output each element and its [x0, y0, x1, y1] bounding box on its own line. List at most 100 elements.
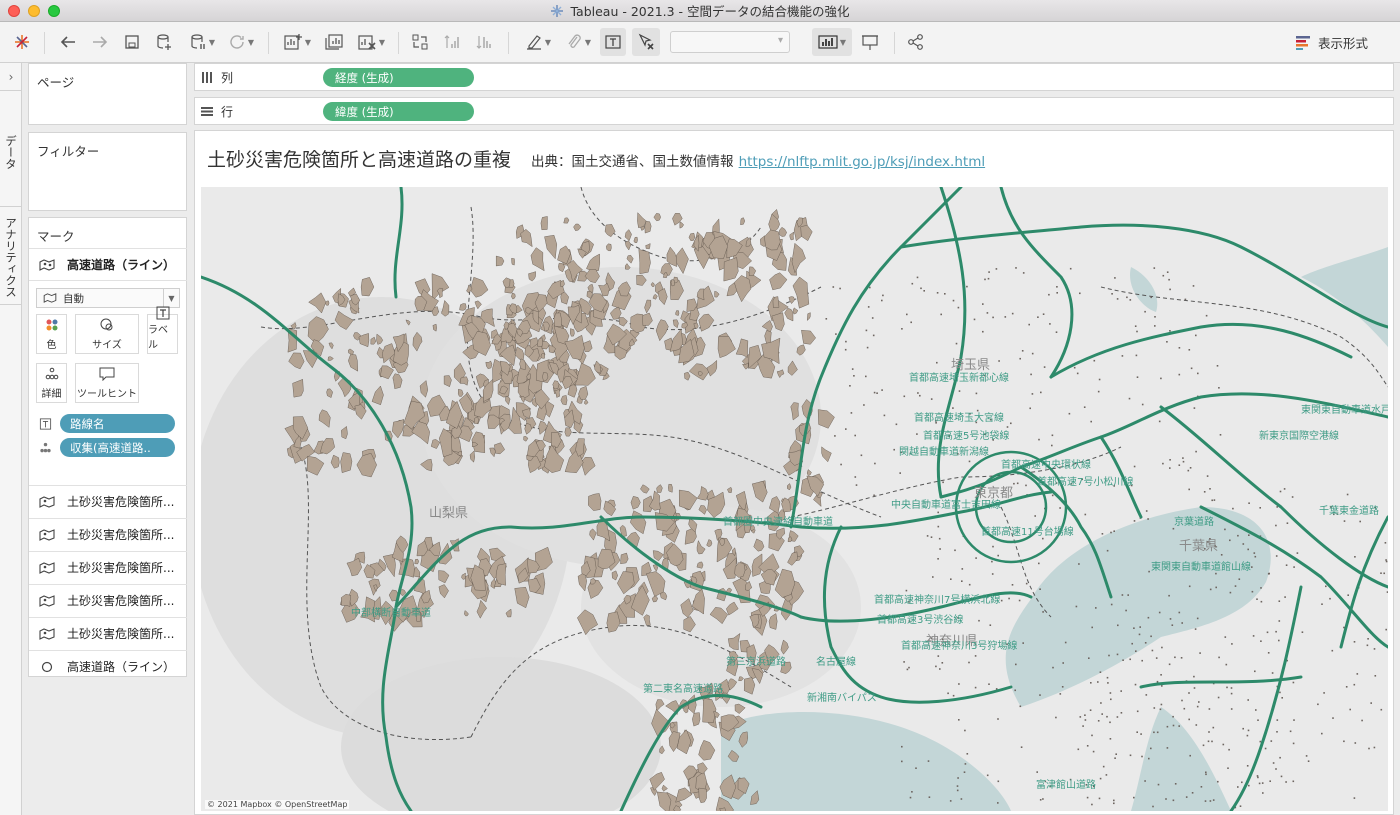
columns-icon [202, 72, 212, 83]
size-button[interactable]: サイズ [75, 314, 139, 354]
marks-title: マーク [37, 229, 75, 244]
road-label: 第三京浜道路 [726, 655, 786, 668]
layer-row[interactable]: 土砂災害危険箇所... [29, 617, 187, 649]
window-controls [8, 5, 60, 17]
source-link[interactable]: https://nlftp.mlit.go.jp/ksj/index.html [739, 154, 985, 170]
layer-label: 土砂災害危険箇所... [67, 495, 175, 509]
route-name-pill[interactable]: 路線名 [60, 414, 175, 433]
show-labels-icon[interactable] [600, 28, 626, 56]
pref-label: 千葉県 [1179, 539, 1218, 554]
new-worksheet-icon[interactable]: ▼ [278, 28, 316, 56]
sagami-bay [721, 712, 1011, 811]
tab-analytics[interactable]: アナリティクス [0, 211, 22, 305]
group-icon[interactable]: ▼ [560, 28, 596, 56]
road-label: 首都圏中央連絡自動車道 [723, 515, 833, 528]
save-icon[interactable] [121, 28, 143, 56]
road-label: 東関東自動車道水戸線 [1301, 403, 1388, 416]
minimize-window-button[interactable] [28, 5, 40, 17]
size-label: サイズ [92, 340, 122, 351]
road-label: 東関東自動車道館山線 [1151, 560, 1251, 573]
layer-row[interactable]: 高速道路（ライン） [29, 650, 187, 682]
filters-panel[interactable]: フィルター [28, 132, 187, 211]
show-me-button[interactable]: 表示形式 [1296, 33, 1368, 52]
toolbar-separator [398, 32, 399, 54]
toolbar-separator [44, 32, 45, 54]
layer-row[interactable]: 土砂災害危険箇所... [29, 584, 187, 616]
map-attribution: © 2021 Mapbox © OpenStreetMap [205, 800, 350, 809]
map-layer-icon [39, 594, 55, 607]
road-label: 京葉道路 [1174, 515, 1214, 528]
latitude-pill[interactable]: 緯度 (生成) [323, 102, 474, 121]
layer-label: 土砂災害危険箇所... [67, 594, 175, 608]
layer-label: 土砂災害危険箇所... [67, 561, 175, 575]
color-icon [45, 315, 59, 335]
columns-label: 列 [221, 71, 234, 85]
sort-ascending-icon[interactable] [440, 28, 464, 56]
show-me-label: 表示形式 [1318, 36, 1369, 51]
expand-chevron-icon[interactable]: › [0, 63, 22, 91]
map-layer-icon [43, 293, 57, 303]
refresh-icon[interactable]: ▼ [224, 28, 258, 56]
uraga-channel [1131, 707, 1231, 811]
tab-data[interactable]: データ [0, 99, 22, 207]
show-me-icon[interactable]: ▼ [812, 28, 852, 56]
toolbar-separator [508, 32, 509, 54]
road-label: 首都高速埼玉新都心線 [909, 371, 1009, 384]
lake-kasumigaura [1301, 247, 1388, 347]
back-icon[interactable] [56, 28, 80, 56]
share-icon[interactable] [904, 28, 928, 56]
pages-panel[interactable]: ページ [28, 63, 187, 125]
presentation-icon[interactable] [858, 28, 882, 56]
longitude-pill[interactable]: 経度 (生成) [323, 68, 474, 87]
viz-source: 出典：国土交通省、国土数値情報 [531, 154, 734, 170]
layer-row[interactable]: 土砂災害危険箇所... [29, 485, 187, 517]
new-datasource-icon[interactable] [153, 28, 175, 56]
collect-pill[interactable]: 収集(高速道路.. [60, 438, 175, 457]
detail-label: 詳細 [41, 389, 62, 400]
layer-row[interactable]: 土砂災害危険箇所... [29, 551, 187, 583]
mark-type-dropdown[interactable]: 自動 ▼ [36, 288, 180, 308]
road-label: 中央自動車道富士吉田線 [891, 498, 1001, 511]
clear-sheet-icon[interactable]: ▼ [352, 28, 390, 56]
fit-dropdown[interactable] [670, 31, 790, 53]
detail-button[interactable]: 詳細 [36, 363, 67, 403]
color-button[interactable]: 色 [36, 314, 67, 354]
pref-label: 山梨県 [429, 506, 468, 521]
road-label: 関越自動車道新潟線 [899, 445, 989, 458]
map-layer-icon [39, 627, 55, 640]
size-icon [99, 315, 115, 335]
rows-shelf[interactable]: 行 緯度 (生成) [194, 97, 1394, 125]
duplicate-sheet-icon[interactable] [322, 28, 346, 56]
map-layer-icon [39, 495, 55, 508]
lake-small [1130, 267, 1158, 312]
road-label: 首都高速神奈川7号横浜北線 [874, 593, 1000, 606]
rows-label: 行 [221, 105, 234, 119]
label-label: ラベル [148, 325, 168, 351]
road-label: 首都高速埼玉大宮線 [914, 411, 1004, 424]
map-canvas[interactable]: 埼玉県 東京都 山梨県 千葉県 神奈川県 首都高速埼玉新都心線 首都高速埼玉大宮… [201, 187, 1388, 811]
chevron-down-icon: ▼ [163, 289, 179, 307]
active-layer-header[interactable]: 高速道路（ライン） [29, 248, 187, 281]
label-button[interactable]: ラベル [147, 306, 178, 354]
layer-row[interactable]: 土砂災害危険箇所... [29, 518, 187, 550]
label-pill-row: 路線名 [36, 414, 175, 433]
columns-shelf[interactable]: 列 経度 (生成) [194, 63, 1394, 91]
road-label: 首都高速11号台場線 [981, 525, 1074, 538]
sort-descending-icon[interactable] [472, 28, 496, 56]
close-window-button[interactable] [8, 5, 20, 17]
toolbar-separator [894, 32, 895, 54]
tableau-logo-icon[interactable] [10, 28, 34, 56]
swap-icon[interactable] [408, 28, 432, 56]
pause-update-icon[interactable]: ▼ [185, 28, 219, 56]
maximize-window-button[interactable] [48, 5, 60, 17]
forward-icon[interactable] [88, 28, 112, 56]
rows-icon [201, 107, 213, 116]
side-tabs: › データ アナリティクス [0, 63, 22, 815]
highlight-icon[interactable]: ▼ [520, 28, 556, 56]
fix-axes-icon[interactable] [632, 28, 660, 56]
tooltip-button[interactable]: ツールヒント [75, 363, 139, 403]
layer-label: 土砂災害危険箇所... [67, 627, 175, 641]
map-view[interactable]: 埼玉県 東京都 山梨県 千葉県 神奈川県 首都高速埼玉新都心線 首都高速埼玉大宮… [201, 187, 1388, 811]
tableau-doc-icon [551, 4, 564, 17]
road-label: 首都高速神奈川3号狩場線 [901, 639, 1017, 652]
